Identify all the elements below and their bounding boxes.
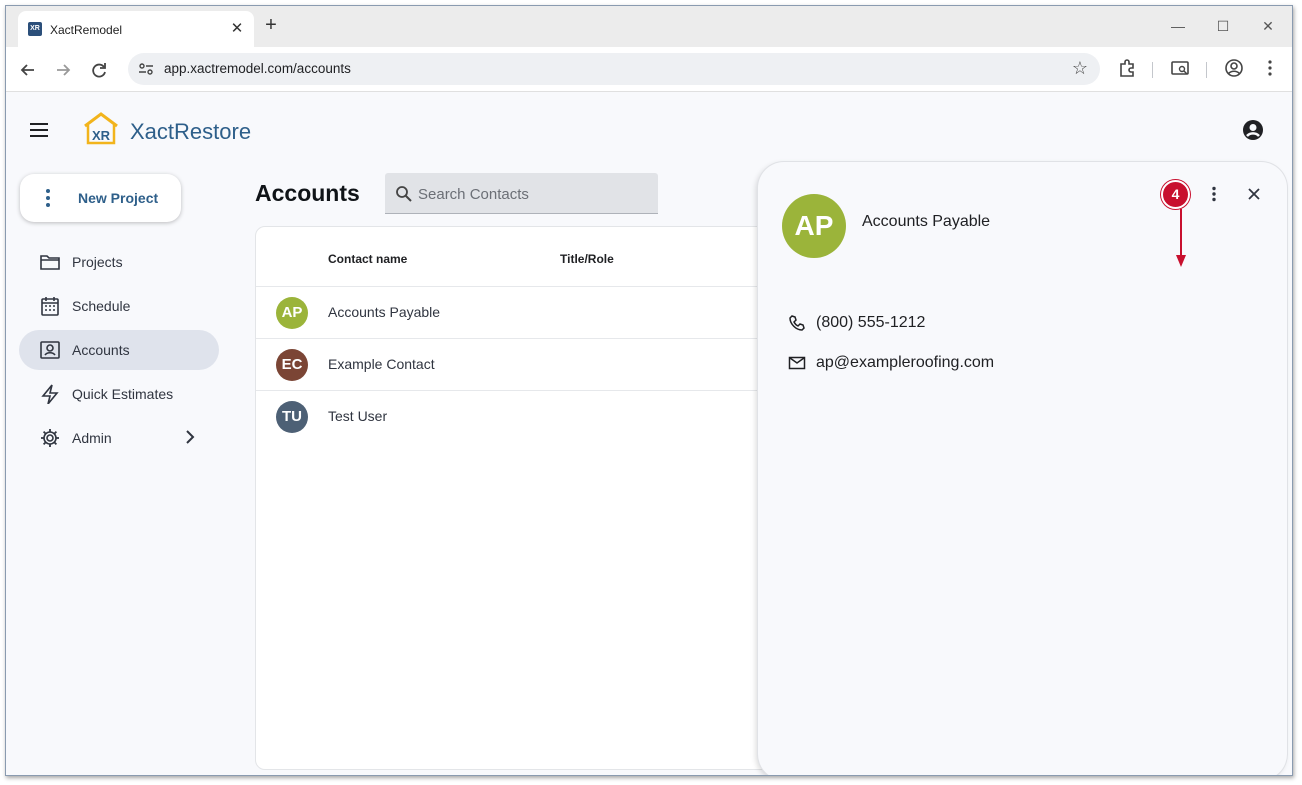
calendar-icon [41, 297, 59, 316]
menu-icon[interactable] [30, 123, 48, 137]
new-project-button[interactable]: New Project [20, 174, 181, 222]
maximize-button[interactable]: ☐ [1211, 16, 1235, 36]
app-area: XR XactRestore New Project Projects Sche… [6, 92, 1292, 775]
search-input[interactable] [418, 183, 648, 205]
tab-title: XactRemodel [50, 23, 123, 37]
lightning-icon [41, 384, 59, 404]
page-title: Accounts [255, 180, 360, 206]
svg-text:XR: XR [92, 128, 111, 143]
toolbar-divider [1152, 62, 1153, 78]
sidebar-item-schedule[interactable]: Schedule [19, 286, 219, 326]
more-options-button[interactable] [1201, 181, 1227, 207]
phone-icon [789, 315, 805, 331]
panel-contact-name: Accounts Payable [862, 213, 991, 230]
sidebar-item-label: Quick Estimates [72, 386, 174, 402]
favicon-icon: XR [28, 22, 42, 36]
contact-name: Example Contact [328, 356, 435, 372]
bookmark-star-icon[interactable]: ☆ [1072, 58, 1088, 79]
browser-tab[interactable]: XR XactRemodel ✕ [18, 11, 254, 47]
sidebar-item-label: Admin [72, 430, 112, 446]
gear-icon [41, 429, 59, 447]
toolbar-divider [1206, 62, 1207, 78]
avatar: AP [276, 297, 308, 329]
back-arrow-icon [20, 64, 34, 76]
sidebar-item-projects[interactable]: Projects [19, 242, 219, 282]
close-panel-button[interactable] [1241, 181, 1267, 207]
browser-window: XR XactRemodel ✕ + — ☐ ✕ app.xactremodel… [5, 5, 1293, 776]
folder-icon [40, 255, 60, 270]
table-row[interactable]: TU Test User [256, 390, 794, 442]
new-project-label: New Project [78, 190, 159, 206]
extensions-icon[interactable] [1116, 58, 1138, 80]
contact-detail-panel: AP Accounts Payable (800) 555-1212 ap@ex… [758, 162, 1287, 775]
step-callout-badge: 4 [1161, 180, 1190, 209]
sidebar-item-label: Accounts [72, 342, 130, 358]
sidebar-item-label: Projects [72, 254, 123, 270]
column-header-contact-name[interactable]: Contact name [328, 252, 407, 266]
profile-icon[interactable] [1223, 58, 1245, 80]
reload-icon [92, 63, 106, 78]
back-button[interactable] [17, 59, 39, 81]
tab-close-icon[interactable]: ✕ [228, 20, 246, 38]
sidebar-item-admin[interactable]: Admin [19, 418, 219, 458]
callout-arrow [1176, 209, 1186, 267]
sidebar-item-accounts[interactable]: Accounts [19, 330, 219, 370]
new-tab-button[interactable]: + [260, 15, 282, 37]
avatar: EC [276, 349, 308, 381]
table-row[interactable]: EC Example Contact [256, 338, 794, 390]
minimize-button[interactable]: — [1166, 16, 1190, 36]
reload-button[interactable] [88, 59, 110, 81]
address-bar[interactable]: app.xactremodel.com/accounts ☆ [128, 53, 1100, 85]
window-close-button[interactable]: ✕ [1256, 16, 1280, 36]
brand-logo: XR [84, 112, 118, 145]
chevron-right-icon [186, 430, 195, 444]
sidebar-item-label: Schedule [72, 298, 131, 314]
url-text: app.xactremodel.com/accounts [164, 61, 351, 76]
close-icon [1248, 188, 1260, 200]
avatar: TU [276, 401, 308, 433]
phone-number: (800) 555-1212 [816, 314, 926, 331]
account-icon[interactable] [1242, 119, 1264, 141]
mail-icon [788, 356, 806, 370]
more-vert-icon [46, 189, 50, 207]
brand-name: XactRestore [130, 119, 252, 144]
site-settings-icon[interactable] [138, 61, 154, 77]
contact-name: Accounts Payable [328, 304, 441, 320]
table-row[interactable]: AP Accounts Payable [256, 286, 794, 338]
browser-toolbar: app.xactremodel.com/accounts ☆ [6, 47, 1292, 92]
contacts-icon [40, 341, 60, 359]
browser-menu-icon[interactable] [1259, 58, 1281, 80]
tab-strip: XR XactRemodel ✕ + — ☐ ✕ [6, 6, 1292, 47]
search-icon [396, 186, 412, 202]
avatar: AP [782, 194, 846, 258]
forward-button[interactable] [52, 59, 74, 81]
more-vert-icon [1212, 186, 1216, 202]
email-address: ap@exampleroofing.com [816, 354, 995, 371]
screen-search-icon[interactable] [1169, 58, 1191, 80]
contacts-table: Contact name Title/Role AP Accounts Paya… [255, 226, 795, 770]
forward-arrow-icon [57, 64, 71, 76]
sidebar-item-quick-estimates[interactable]: Quick Estimates [19, 374, 219, 414]
search-field[interactable] [385, 173, 658, 214]
contact-name: Test User [328, 408, 388, 424]
column-header-title-role[interactable]: Title/Role [560, 252, 614, 266]
